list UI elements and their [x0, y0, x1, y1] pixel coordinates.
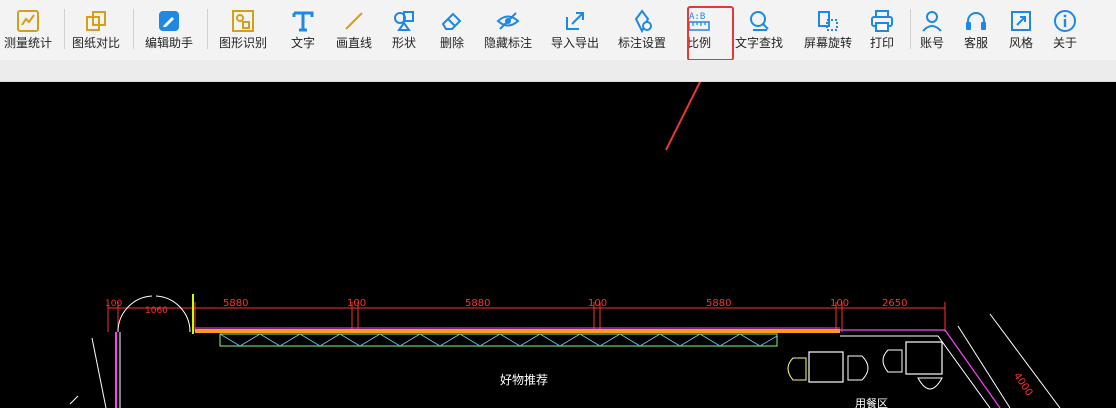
tool-label: 客服: [963, 36, 988, 50]
dining-table: [905, 341, 943, 375]
import-export-icon: [566, 12, 584, 30]
tool-label: 风格: [1008, 36, 1033, 50]
tool-label: 关于: [1052, 36, 1077, 50]
tool-delete[interactable]: 删除: [428, 0, 476, 56]
chair: [917, 377, 943, 390]
tool-shape-recognition[interactable]: 图形识别: [208, 0, 278, 56]
cad-drawing-canvas[interactable]: 100 1060 5880 100 5880 100 5880 100 2650…: [0, 82, 1116, 408]
tool-customer-service[interactable]: 客服: [953, 0, 999, 56]
tool-line[interactable]: 画直线: [328, 0, 380, 56]
tool-account[interactable]: 账号: [911, 0, 953, 56]
chair: [847, 355, 869, 381]
tool-print[interactable]: 打印: [862, 0, 902, 56]
dimension-label: 2650: [882, 298, 907, 309]
chair: [787, 357, 807, 381]
measure-stats-icon: [17, 10, 39, 32]
info-icon: [1054, 10, 1076, 32]
tool-screen-rotate[interactable]: 屏幕旋转: [794, 0, 862, 56]
toolbar-bottom-strip: [0, 60, 1116, 82]
tool-label: 文字: [290, 36, 315, 50]
shape-icon: [394, 11, 414, 31]
room-label: 好物推荐: [500, 373, 548, 387]
tool-scale[interactable]: A:B 比例: [674, 0, 724, 56]
dimension-label: 5880: [465, 298, 490, 309]
dimension-label: 100: [105, 299, 122, 309]
tool-label: 隐藏标注: [483, 36, 532, 50]
dimension-label: 100: [347, 298, 366, 309]
text-search-icon: [750, 11, 769, 31]
line-icon: [345, 12, 363, 30]
tool-import-export[interactable]: 导入导出: [540, 0, 610, 56]
tool-hide-annotation[interactable]: 隐藏标注: [476, 0, 540, 56]
eraser-icon: [441, 12, 462, 30]
dimension-label: 1060: [145, 306, 168, 316]
text-icon: [292, 11, 314, 32]
scale-ruler-icon: A:B: [688, 12, 710, 31]
style-icon: [1011, 11, 1031, 31]
dimension-label: 100: [588, 298, 607, 309]
area-label: 用餐区: [855, 396, 888, 408]
tool-label: 测量统计: [3, 36, 52, 50]
chair: [882, 349, 903, 373]
wall-segment: [195, 329, 840, 333]
dimension-extension: [91, 337, 107, 408]
tool-about[interactable]: 关于: [1043, 0, 1087, 56]
tool-style[interactable]: 风格: [999, 0, 1043, 56]
tool-shape[interactable]: 形状: [380, 0, 428, 56]
dimension-label: 5880: [706, 298, 731, 309]
tool-label: 文字查找: [734, 36, 783, 50]
shape-recognition-icon: [232, 10, 254, 32]
wall-edge: [957, 325, 1011, 408]
shelf-hatch: [219, 333, 778, 347]
user-icon: [922, 11, 942, 32]
tool-label: 屏幕旋转: [803, 36, 852, 50]
tool-label: 画直线: [335, 36, 372, 50]
annotation-arrow-line: [665, 82, 702, 151]
svg-text:A:B: A:B: [689, 12, 705, 22]
tool-text-search[interactable]: 文字查找: [724, 0, 794, 56]
dimension-extension: [69, 395, 79, 405]
hide-eye-icon: [496, 12, 520, 30]
tool-measure-stats[interactable]: 测量统计: [0, 0, 56, 56]
tool-label: 形状: [391, 36, 416, 50]
tool-label: 打印: [869, 36, 894, 50]
printer-icon: [871, 10, 893, 32]
headset-icon: [966, 12, 986, 30]
annotation-settings-icon: [634, 9, 652, 33]
dimension-label: 100: [830, 298, 849, 309]
tool-annotation-settings[interactable]: 标注设置: [610, 0, 674, 56]
tool-label: 账号: [919, 36, 944, 50]
compare-icon: [86, 11, 106, 31]
screen-rotate-icon: [818, 11, 838, 31]
tool-label: 删除: [439, 36, 464, 50]
tool-text[interactable]: 文字: [278, 0, 328, 56]
edit-assistant-icon: [159, 11, 179, 31]
dimension-label: 4000: [1011, 371, 1034, 398]
tool-label: 编辑助手: [144, 36, 193, 50]
tool-label: 图纸对比: [71, 36, 120, 50]
tool-label: 导入导出: [550, 36, 599, 50]
tool-label: 比例: [686, 36, 711, 50]
tool-label: 图形识别: [218, 36, 267, 50]
tool-edit-assistant[interactable]: 编辑助手: [134, 0, 204, 56]
dining-table: [808, 351, 844, 383]
tool-label: 标注设置: [617, 36, 666, 50]
dimension-label: 5880: [223, 298, 248, 309]
tool-compare[interactable]: 图纸对比: [65, 0, 127, 56]
main-toolbar: 测量统计 图纸对比 编辑助手 图形识别 文字 画直线 形状 删除 隐藏标注 导入…: [0, 0, 1116, 60]
